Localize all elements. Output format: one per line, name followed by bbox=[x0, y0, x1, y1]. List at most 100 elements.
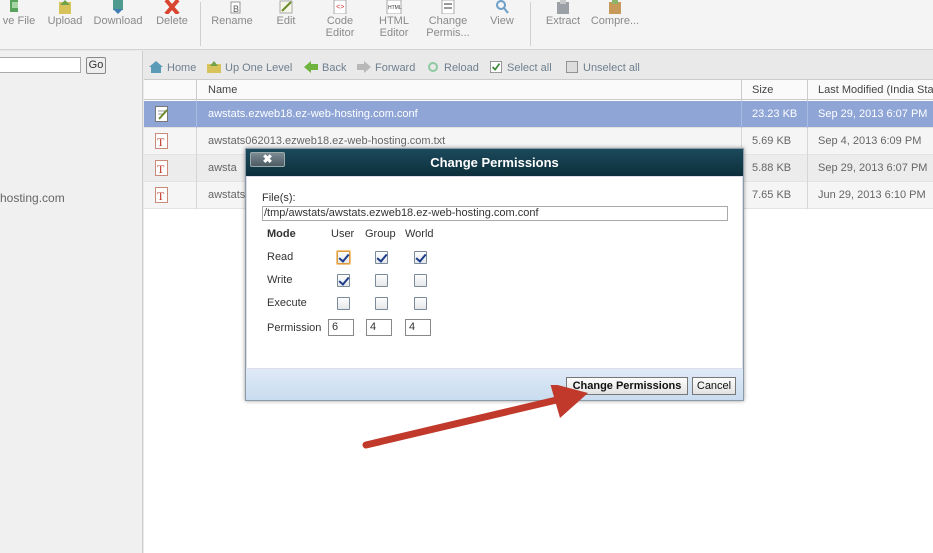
row-divider bbox=[807, 182, 808, 209]
delete-icon bbox=[164, 0, 180, 14]
home-icon bbox=[149, 61, 163, 73]
write-user-checkbox[interactable] bbox=[337, 274, 350, 287]
svg-text:T: T bbox=[157, 135, 165, 149]
unselect-all-link[interactable]: Unselect all bbox=[565, 61, 640, 74]
extract-button[interactable]: Extract bbox=[541, 0, 585, 27]
write-group-checkbox[interactable] bbox=[375, 274, 388, 287]
edit-icon bbox=[279, 0, 293, 14]
read-user-checkbox[interactable] bbox=[337, 251, 350, 264]
column-separator bbox=[741, 80, 742, 101]
directory-tree-panel: Go hosting.com bbox=[0, 51, 143, 553]
file-modified: Sep 29, 2013 6:07 PM bbox=[818, 108, 928, 120]
text-file-icon: T bbox=[155, 160, 168, 176]
view-button[interactable]: View bbox=[486, 0, 518, 27]
row-divider bbox=[196, 182, 197, 209]
row-divider bbox=[807, 128, 808, 155]
file-size: 5.69 KB bbox=[752, 135, 792, 147]
upload-button[interactable]: Upload bbox=[45, 0, 85, 27]
execute-group-checkbox[interactable] bbox=[375, 297, 388, 310]
select-all-link[interactable]: Select all bbox=[489, 61, 552, 74]
svg-text:B: B bbox=[233, 4, 239, 14]
permission-label: Permission bbox=[267, 322, 322, 334]
toolbar-separator bbox=[530, 2, 531, 46]
user-column-label: User bbox=[331, 228, 355, 240]
annotation-arrow bbox=[362, 385, 588, 449]
download-button[interactable]: Download bbox=[92, 0, 144, 27]
view-icon bbox=[496, 0, 509, 14]
read-group-checkbox[interactable] bbox=[375, 251, 388, 264]
rename-button[interactable]: B Rename bbox=[210, 0, 254, 27]
write-world-checkbox[interactable] bbox=[414, 274, 427, 287]
code-editor-button[interactable]: <> Code Editor bbox=[320, 0, 360, 39]
compress-icon bbox=[609, 0, 621, 14]
empty-box-icon bbox=[566, 61, 578, 73]
html-editor-button[interactable]: HTML HTML Editor bbox=[372, 0, 416, 39]
write-label: Write bbox=[267, 274, 293, 286]
cancel-button[interactable]: Cancel bbox=[692, 377, 736, 395]
execute-world-checkbox[interactable] bbox=[414, 297, 427, 310]
change-permissions-button[interactable]: Change Permis... bbox=[424, 0, 472, 39]
read-label: Read bbox=[267, 251, 294, 263]
home-link[interactable]: Home bbox=[149, 61, 196, 74]
file-size: 23.23 KB bbox=[752, 108, 798, 120]
reload-link[interactable]: Reload bbox=[426, 61, 479, 74]
change-permissions-dialog: ✖ Change Permissions File(s): /tmp/awsta… bbox=[245, 148, 744, 401]
file-name: awsta bbox=[208, 162, 237, 174]
file-name: awstats.ezweb18.ez-web-hosting.com.conf bbox=[208, 108, 418, 120]
extract-icon bbox=[557, 0, 569, 14]
column-header-name[interactable]: Name bbox=[208, 84, 237, 96]
column-header-modified[interactable]: Last Modified (India Star bbox=[818, 84, 933, 96]
files-label: File(s): bbox=[262, 192, 296, 204]
file-modified: Sep 29, 2013 6:07 PM bbox=[818, 162, 928, 174]
read-world-checkbox[interactable] bbox=[414, 251, 427, 264]
tree-item[interactable]: hosting.com bbox=[0, 191, 65, 205]
svg-text:T: T bbox=[157, 162, 165, 176]
change-permissions-icon bbox=[441, 0, 455, 14]
go-button[interactable]: Go bbox=[86, 57, 106, 74]
new-file-icon bbox=[10, 0, 18, 12]
dialog-header: ✖ Change Permissions bbox=[246, 149, 743, 176]
reload-icon bbox=[428, 62, 438, 72]
table-row[interactable]: awstats.ezweb18.ez-web-hosting.com.conf … bbox=[144, 101, 933, 128]
svg-text:<>: <> bbox=[336, 4, 344, 12]
code-editor-icon: <> bbox=[333, 0, 347, 14]
upload-icon bbox=[59, 0, 71, 14]
file-size: 5.88 KB bbox=[752, 162, 792, 174]
permission-world-input[interactable]: 4 bbox=[405, 319, 431, 336]
new-file-button[interactable]: ve File bbox=[0, 0, 38, 27]
permission-group-input[interactable]: 4 bbox=[366, 319, 392, 336]
files-path-field[interactable]: /tmp/awstats/awstats.ezweb18.ez-web-host… bbox=[262, 206, 728, 221]
edit-button[interactable]: Edit bbox=[270, 0, 302, 27]
group-column-label: Group bbox=[365, 228, 396, 240]
up-one-level-link[interactable]: Up One Level bbox=[207, 61, 292, 74]
back-arrow-icon bbox=[304, 61, 318, 73]
svg-text:HTML: HTML bbox=[388, 5, 402, 11]
row-divider bbox=[196, 128, 197, 155]
row-divider bbox=[807, 101, 808, 128]
file-name: awstats bbox=[208, 189, 246, 201]
up-folder-icon bbox=[207, 61, 221, 73]
row-divider bbox=[196, 101, 197, 128]
column-header-size[interactable]: Size bbox=[752, 84, 773, 96]
checked-box-icon bbox=[490, 61, 502, 73]
row-divider bbox=[196, 155, 197, 182]
text-file-icon: T bbox=[155, 133, 168, 149]
column-separator bbox=[196, 80, 197, 101]
path-input[interactable] bbox=[0, 57, 81, 73]
row-divider bbox=[807, 155, 808, 182]
forward-link[interactable]: Forward bbox=[357, 61, 415, 74]
download-icon bbox=[113, 0, 123, 14]
back-link[interactable]: Back bbox=[304, 61, 346, 74]
text-file-icon: T bbox=[155, 187, 168, 203]
dialog-title: Change Permissions bbox=[430, 155, 559, 170]
file-modified: Jun 29, 2013 6:10 PM bbox=[818, 189, 926, 201]
file-name: awstats062013.ezweb18.ez-web-hosting.com… bbox=[208, 135, 446, 147]
toolbar-separator bbox=[200, 2, 201, 46]
forward-arrow-icon bbox=[357, 61, 371, 73]
permission-user-input[interactable]: 6 bbox=[328, 319, 354, 336]
delete-button[interactable]: Delete bbox=[153, 0, 191, 27]
execute-user-checkbox[interactable] bbox=[337, 297, 350, 310]
table-header: Name Size Last Modified (India Star bbox=[144, 79, 933, 101]
column-separator bbox=[807, 80, 808, 101]
compress-button[interactable]: Compre... bbox=[590, 0, 640, 27]
